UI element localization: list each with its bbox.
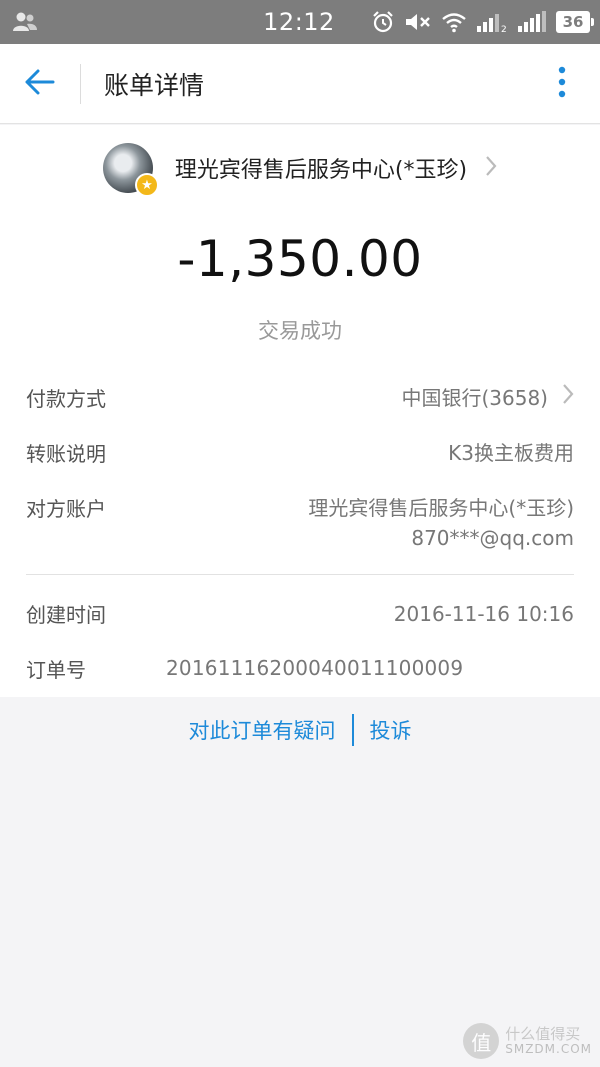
payment-method-value: 中国银行(3658) (401, 386, 548, 410)
back-button[interactable] (14, 62, 66, 106)
watermark-text-en: SMZDM.COM (505, 1041, 592, 1056)
mute-icon (404, 11, 432, 33)
smzdm-logo-icon: 值 (463, 1023, 500, 1059)
order-number-label: 订单号 (26, 658, 86, 682)
battery-icon: 36 (556, 11, 594, 33)
created-time-label: 创建时间 (26, 603, 106, 627)
transaction-status: 交易成功 (258, 319, 342, 343)
chevron-right-icon (485, 155, 497, 181)
header-divider (80, 64, 81, 104)
question-order-link[interactable]: 对此订单有疑问 (189, 715, 336, 745)
transfer-note-label: 转账说明 (26, 442, 106, 466)
arrow-left-icon (25, 69, 55, 99)
payment-method-value-wrap: 中国银行(3658) (401, 383, 574, 413)
order-number-value: 20161116200040011100009 (166, 656, 464, 680)
page-title: 账单详情 (104, 71, 205, 100)
amount: -1,350.00 (177, 230, 423, 288)
wifi-icon (441, 11, 467, 33)
complain-link[interactable]: 投诉 (370, 715, 412, 745)
alarm-icon (371, 10, 395, 34)
watermark-text-cn: 什么值得买 (505, 1025, 581, 1044)
counterparty-value: 理光宾得售后服务中心(*玉珍) 870***@qq.com (308, 493, 574, 553)
payment-method-label: 付款方式 (26, 387, 106, 411)
more-options-button[interactable] (546, 64, 578, 104)
help-links: 对此订单有疑问 投诉 (0, 712, 600, 748)
star-badge-icon: ★ (134, 173, 159, 197)
chevron-right-icon (562, 383, 574, 413)
merchant-row[interactable]: ★ 理光宾得售后服务中心(*玉珍) (0, 140, 600, 197)
section-divider (26, 574, 574, 575)
signal-icon (517, 11, 547, 33)
link-separator (351, 714, 354, 746)
signal-icon: 2 (476, 11, 508, 33)
counterparty-label: 对方账户 (26, 497, 106, 521)
counterparty-name: 理光宾得售后服务中心(*玉珍) (308, 496, 574, 520)
header-bar: 账单详情 (0, 44, 600, 124)
merchant-name: 理光宾得售后服务中心(*玉珍) (174, 158, 468, 183)
transfer-note-value: K3换主板费用 (448, 441, 574, 465)
svg-text:2: 2 (501, 25, 507, 33)
counterparty-account: 870***@qq.com (411, 526, 574, 550)
more-vertical-icon (558, 66, 566, 102)
created-time-value: 2016-11-16 10:16 (393, 602, 574, 626)
bill-detail-card: ★ 理光宾得售后服务中心(*玉珍) -1,350.00 交易成功 付款方式 中国… (0, 125, 600, 697)
status-bar: 12:12 2 36 (0, 0, 600, 44)
avatar: ★ (102, 143, 159, 197)
watermark: 值 什么值得买 SMZDM.COM (463, 1023, 592, 1059)
